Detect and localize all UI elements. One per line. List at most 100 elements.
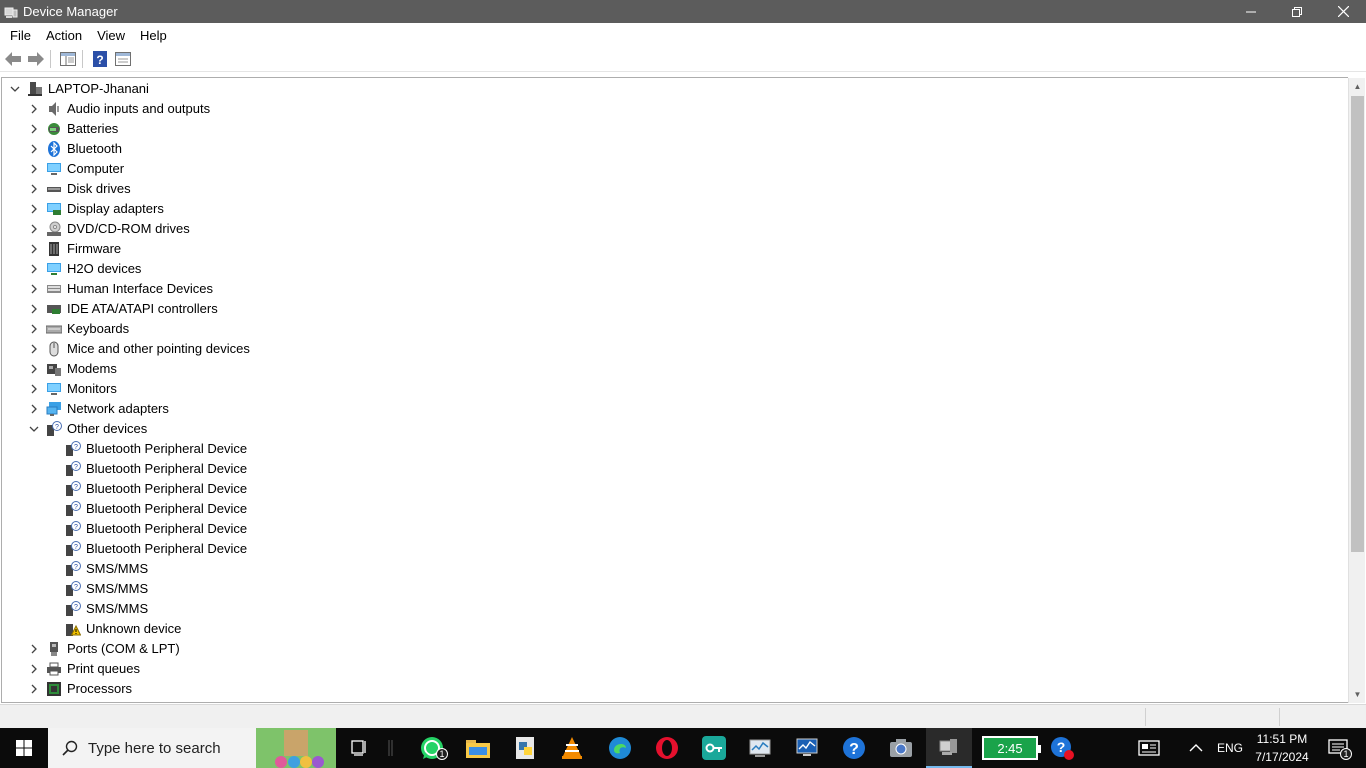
taskbar-search-box[interactable]: Type here to search [48,728,336,768]
chevron-right-icon[interactable] [27,182,41,196]
taskbar-app-camera[interactable] [879,728,923,768]
tray-clock[interactable]: 11:51 PM 7/17/2024 [1244,730,1320,766]
taskbar-app-whatsapp[interactable]: 1 [410,728,454,768]
back-button[interactable] [3,49,23,69]
tree-device[interactable]: ? SMS/MMS [65,579,148,599]
help-button[interactable]: ? [90,49,110,69]
scroll-down-arrow-icon[interactable]: ▼ [1349,686,1366,703]
tree-category[interactable]: IDE ATA/ATAPI controllers [27,299,218,319]
chevron-right-icon[interactable] [27,242,41,256]
tree-device[interactable]: ? Bluetooth Peripheral Device [65,439,247,459]
taskbar-app-vpn[interactable] [692,728,736,768]
search-icon [62,740,78,756]
scroll-up-arrow-icon[interactable]: ▲ [1349,78,1366,95]
chevron-right-icon[interactable] [27,282,41,296]
svg-text:?: ? [55,424,59,431]
close-button[interactable] [1320,0,1366,23]
chevron-right-icon[interactable] [27,302,41,316]
chevron-right-icon[interactable] [27,162,41,176]
tree-category[interactable]: Firmware [27,239,121,259]
tree-category[interactable]: ? Other devices [27,419,147,439]
show-hidden-button[interactable] [113,49,133,69]
tree-category[interactable]: Processors [27,679,132,699]
taskbar-app-support[interactable]: ? [1042,728,1082,768]
window-title: Device Manager [23,4,118,19]
scrollbar-thumb[interactable] [1351,96,1364,552]
chevron-right-icon[interactable] [27,102,41,116]
taskbar-app-opera[interactable] [645,728,689,768]
tree-category[interactable]: Modems [27,359,117,379]
taskbar-app-file-explorer[interactable] [456,728,500,768]
tree-category[interactable]: Keyboards [27,319,129,339]
menu-view[interactable]: View [92,28,130,43]
tree-device[interactable]: ? Bluetooth Peripheral Device [65,459,247,479]
tree-category[interactable]: Computer [27,159,124,179]
taskbar-app-python[interactable] [504,728,548,768]
tree-category[interactable]: Network adapters [27,399,169,419]
tree-category[interactable]: Monitors [27,379,117,399]
device-tree[interactable]: LAPTOP-Jhanani Audio inputs and outputs … [1,77,1348,703]
taskbar-app-vlc[interactable] [550,728,594,768]
chevron-right-icon[interactable] [27,142,41,156]
chevron-right-icon[interactable] [27,342,41,356]
taskbar-app-device-manager[interactable] [926,728,972,768]
tree-device[interactable]: Unknown device [65,619,181,639]
help-icon: ? [93,51,107,67]
tree-device[interactable]: ? Bluetooth Peripheral Device [65,539,247,559]
tree-category[interactable]: Bluetooth [27,139,122,159]
tray-overflow-button[interactable] [1182,728,1210,768]
chevron-right-icon[interactable] [27,362,41,376]
tray-news-button[interactable] [1130,728,1168,768]
tree-device[interactable]: ? SMS/MMS [65,559,148,579]
tree-category[interactable]: Batteries [27,119,118,139]
tree-device[interactable]: ? SMS/MMS [65,599,148,619]
folder-icon [466,740,490,758]
tree-category[interactable]: DVD/CD-ROM drives [27,219,190,239]
news-icon [1138,740,1160,756]
tree-category[interactable]: Human Interface Devices [27,279,213,299]
chevron-right-icon[interactable] [27,662,41,676]
tree-category[interactable]: Print queues [27,659,140,679]
vertical-scrollbar[interactable]: ▲ ▼ [1348,78,1365,703]
forward-button[interactable] [26,49,46,69]
tree-category[interactable]: Audio inputs and outputs [27,99,210,119]
restore-button[interactable] [1274,0,1320,23]
chevron-right-icon[interactable] [27,642,41,656]
tree-category[interactable]: Mice and other pointing devices [27,339,250,359]
chevron-right-icon[interactable] [27,122,41,136]
task-view-button[interactable] [340,728,380,768]
tree-device[interactable]: ? Bluetooth Peripheral Device [65,499,247,519]
chevron-down-icon[interactable] [8,82,22,96]
chevron-right-icon[interactable] [27,682,41,696]
taskbar-app-battery[interactable]: 2:45 [980,728,1041,768]
tree-category[interactable]: H2O devices [27,259,141,279]
chevron-down-icon[interactable] [27,422,41,436]
chevron-right-icon[interactable] [27,402,41,416]
start-button[interactable] [0,728,48,768]
properties-pane-button[interactable] [58,49,78,69]
category-label: IDE ATA/ATAPI controllers [67,301,218,316]
taskbar-app-task-manager[interactable] [785,728,829,768]
tree-category[interactable]: Display adapters [27,199,164,219]
chevron-right-icon[interactable] [27,322,41,336]
tree-device[interactable]: ? Bluetooth Peripheral Device [65,479,247,499]
action-center-button[interactable]: 1 [1318,728,1358,768]
menu-help[interactable]: Help [135,28,172,43]
printer-icon [46,661,62,677]
chevron-right-icon[interactable] [27,202,41,216]
taskbar-app-help[interactable]: ? [832,728,876,768]
chevron-right-icon[interactable] [27,222,41,236]
chevron-right-icon[interactable] [27,382,41,396]
chevron-right-icon[interactable] [27,262,41,276]
svg-text:?: ? [1057,739,1066,755]
tree-category[interactable]: Disk drives [27,179,131,199]
tree-root[interactable]: LAPTOP-Jhanani [8,79,149,99]
tray-language[interactable]: ENG [1212,728,1248,768]
taskbar-app-performance-monitor[interactable] [739,728,783,768]
minimize-button[interactable] [1228,0,1274,23]
menu-file[interactable]: File [5,28,36,43]
taskbar-app-edge[interactable] [598,728,642,768]
menu-action[interactable]: Action [41,28,87,43]
tree-category[interactable]: Ports (COM & LPT) [27,639,180,659]
tree-device[interactable]: ? Bluetooth Peripheral Device [65,519,247,539]
